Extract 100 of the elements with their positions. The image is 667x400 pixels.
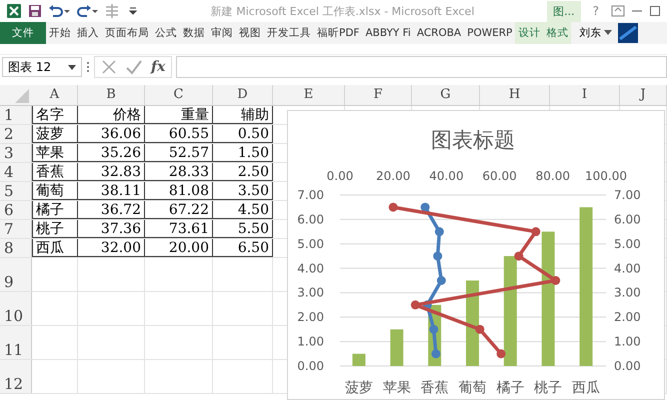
ribbon-tab[interactable]: 插入 <box>74 22 102 44</box>
table-cell: 桃子 <box>36 221 64 237</box>
ribbon-tab[interactable]: 审阅 <box>208 22 236 44</box>
ribbon-tab[interactable]: POWERP <box>464 22 516 44</box>
data-point <box>420 202 430 212</box>
column-header[interactable]: E <box>273 85 345 105</box>
file-tab[interactable]: 文件 <box>0 22 46 44</box>
ribbon-tab[interactable]: 公式 <box>152 22 180 44</box>
data-point <box>431 349 440 358</box>
column-header[interactable]: C <box>145 85 213 105</box>
chart-tools-tab[interactable]: 图... <box>547 0 581 22</box>
row-header[interactable]: 3 <box>0 144 32 162</box>
ribbon-tab[interactable]: 设计 <box>515 22 544 44</box>
bar <box>352 354 366 366</box>
row-header[interactable]: 1 <box>0 106 32 124</box>
data-point <box>429 324 438 334</box>
axis-label: 苹果 <box>382 380 411 396</box>
table-cell: 菠萝 <box>36 126 64 142</box>
maximize-icon[interactable] <box>649 5 661 17</box>
excel-logo-icon[interactable] <box>6 3 22 19</box>
ribbon-display-icon[interactable] <box>611 5 625 17</box>
axis-label: 1.00 <box>297 334 324 349</box>
table-cell: 36.06 <box>100 126 141 142</box>
data-point <box>410 300 420 310</box>
table-cell: 81.08 <box>168 183 209 199</box>
axis-label: 菠萝 <box>344 380 373 396</box>
table-cell: 西瓜 <box>36 240 64 256</box>
save-icon[interactable] <box>28 4 42 18</box>
row-header[interactable]: 4 <box>0 163 32 181</box>
column-header[interactable]: F <box>345 85 412 105</box>
avatar-icon[interactable] <box>618 23 638 43</box>
ribbon-tab[interactable]: 格式 <box>543 22 572 44</box>
user-name[interactable]: 刘东 <box>579 26 602 40</box>
axis-label: 1.00 <box>614 334 641 349</box>
column-header[interactable]: D <box>213 85 273 105</box>
axis-label: 100.00 <box>585 169 627 183</box>
axis-label: 40.00 <box>429 169 464 183</box>
table-cell: 52.57 <box>168 145 209 161</box>
row-header[interactable]: 11 <box>0 326 32 359</box>
axis-label: 0.00 <box>297 359 324 373</box>
axis-label: 香蕉 <box>420 380 449 396</box>
table-cell: 5.50 <box>238 221 269 237</box>
chart-title: 图表标题 <box>431 128 515 152</box>
table-cell: 28.33 <box>168 164 209 180</box>
table-cell: 葡萄 <box>36 183 64 199</box>
data-point <box>436 276 446 285</box>
column-header[interactable]: G <box>412 85 480 105</box>
axis-label: 0.00 <box>614 359 641 373</box>
row-header[interactable]: 9 <box>0 258 32 291</box>
ribbon-tab[interactable]: 开始 <box>46 22 74 44</box>
table-cell: 36.72 <box>100 202 141 218</box>
row-header[interactable]: 8 <box>0 239 32 257</box>
column-header[interactable]: J <box>620 85 667 105</box>
row-header[interactable]: 6 <box>0 201 32 219</box>
table-cell: 6.50 <box>238 240 269 256</box>
column-header[interactable]: I <box>550 85 620 105</box>
table-cell: 0.50 <box>238 126 269 142</box>
row-header[interactable]: 5 <box>0 182 32 200</box>
table-cell: 32.83 <box>100 164 141 180</box>
ribbon-tab[interactable]: 页面布局 <box>102 22 152 44</box>
name-box[interactable]: 图表 12 <box>2 57 82 77</box>
table-cell: 3.50 <box>238 183 269 199</box>
column-header[interactable]: H <box>480 85 550 105</box>
axis-label: 20.00 <box>376 169 410 183</box>
ribbon-tab[interactable]: 开发工具 <box>264 22 314 44</box>
ribbon-tab[interactable]: ABBYY Fi <box>362 22 414 44</box>
axis-label: 西瓜 <box>572 380 600 396</box>
axis-label: 3.00 <box>297 286 324 300</box>
data-point <box>433 252 442 261</box>
bar <box>390 329 404 366</box>
ribbon-tab[interactable]: 数据 <box>180 22 208 44</box>
table-cell: 价格 <box>113 107 141 123</box>
row-header[interactable]: 2 <box>0 125 32 143</box>
axis-label: 2.00 <box>614 310 641 324</box>
ribbon-tab[interactable]: ACROBA <box>414 22 464 44</box>
table-cell: 38.11 <box>100 183 141 199</box>
window-title: 新建 Microsoft Excel 工作表.xlsx - Microsoft Excel <box>210 4 476 18</box>
column-header[interactable]: A <box>32 85 78 105</box>
check-icon[interactable] <box>125 59 143 75</box>
table-cell: 苹果 <box>36 145 64 161</box>
customize-icon[interactable] <box>128 6 138 16</box>
row-header[interactable]: 12 <box>0 360 32 393</box>
column-header[interactable]: B <box>78 85 145 105</box>
table-cell: 香蕉 <box>36 164 64 180</box>
ribbon-tab[interactable]: 视图 <box>236 22 264 44</box>
row-header[interactable]: 10 <box>0 292 32 325</box>
axis-label: 6.00 <box>297 212 324 226</box>
redo-icon[interactable] <box>76 4 98 18</box>
data-point <box>434 227 444 236</box>
axis-label: 80.00 <box>536 169 570 183</box>
table-cell: 橘子 <box>36 202 64 218</box>
data-point <box>551 276 560 285</box>
data-point <box>496 349 506 358</box>
help-button[interactable]: ? <box>592 4 599 18</box>
formula-input[interactable] <box>176 56 667 78</box>
insert-function-button[interactable]: fx <box>151 59 166 75</box>
ribbon-tab[interactable]: 福昕PDF <box>314 22 362 44</box>
caret-icon[interactable] <box>604 30 612 36</box>
undo-icon[interactable] <box>48 4 70 18</box>
row-header[interactable]: 7 <box>0 220 32 238</box>
